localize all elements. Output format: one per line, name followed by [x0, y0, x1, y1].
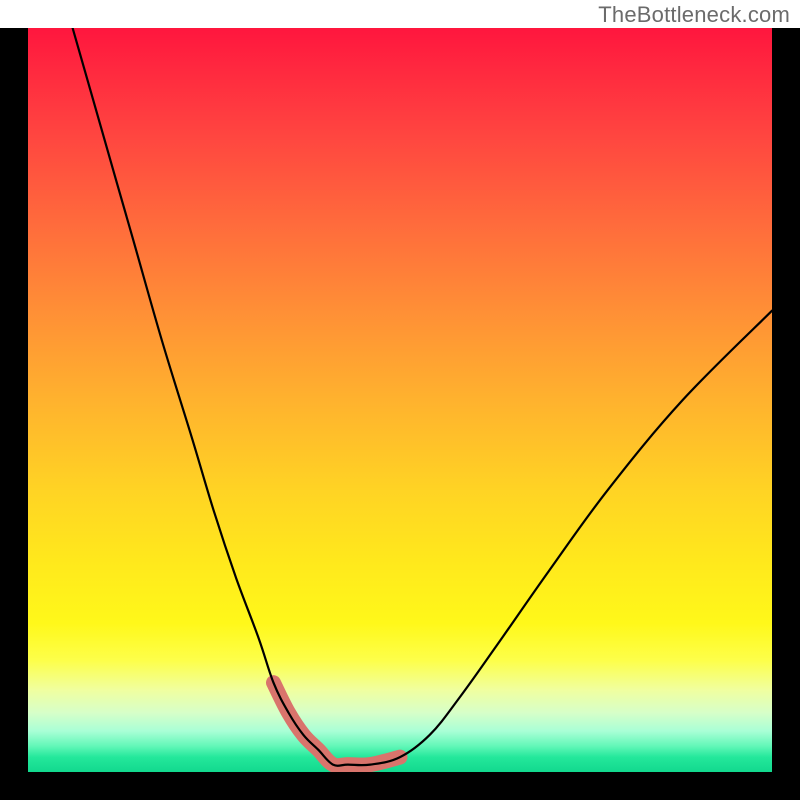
bottleneck-curve [73, 28, 772, 766]
curves-svg [28, 28, 772, 772]
chart-stage: TheBottleneck.com [0, 0, 800, 800]
watermark-text: TheBottleneck.com [598, 2, 790, 28]
plot-frame [0, 28, 800, 800]
optimal-zone-highlight [274, 683, 401, 766]
plot-area [28, 28, 772, 772]
